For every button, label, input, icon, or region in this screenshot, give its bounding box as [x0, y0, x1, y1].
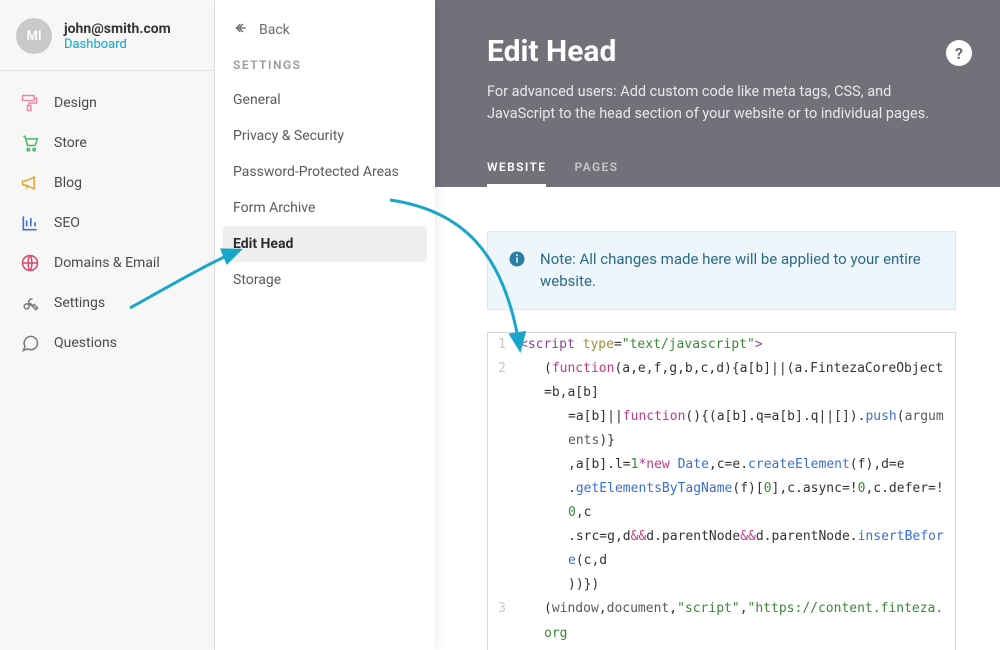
settings-item-general[interactable]: General [223, 82, 427, 118]
main-header: ? Edit Head For advanced users: Add cust… [435, 0, 1000, 187]
divider [0, 70, 214, 71]
settings-item-edit-head[interactable]: Edit Head [223, 226, 427, 262]
tab-pages[interactable]: PAGES [574, 150, 618, 187]
nav-item-settings[interactable]: Settings [8, 283, 206, 323]
user-block: MI john@smith.com Dashboard [0, 0, 214, 70]
tab-website[interactable]: WEBSITE [487, 150, 546, 187]
nav-label: Store [54, 135, 87, 151]
line-number: 3 [488, 597, 514, 650]
settings-sidebar: Back SETTINGS General Privacy & Security… [215, 0, 435, 650]
user-email: john@smith.com [64, 21, 171, 37]
note-text: Note: All changes made here will be appl… [540, 248, 935, 293]
nav-label: SEO [54, 215, 80, 231]
tabs: WEBSITE PAGES [487, 150, 948, 187]
help-button[interactable]: ? [946, 40, 972, 66]
nav-label: Questions [54, 335, 117, 351]
note-box: Note: All changes made here will be appl… [487, 231, 956, 310]
primary-sidebar: MI john@smith.com Dashboard Design Store [0, 0, 215, 650]
back-label: Back [259, 22, 290, 38]
wrench-icon [20, 293, 40, 313]
cart-icon [20, 133, 40, 153]
settings-heading: SETTINGS [223, 58, 427, 82]
settings-item-storage[interactable]: Storage [223, 262, 427, 298]
avatar: MI [16, 18, 52, 54]
code-editor[interactable]: 1 <script type="text/javascript"> 2 (fun… [487, 332, 956, 650]
nav-item-domains[interactable]: Domains & Email [8, 243, 206, 283]
nav-label: Design [54, 95, 97, 111]
globe-icon [20, 253, 40, 273]
arrow-left-icon [233, 20, 249, 40]
settings-item-privacy[interactable]: Privacy & Security [223, 118, 427, 154]
nav-item-design[interactable]: Design [8, 83, 206, 123]
dashboard-link[interactable]: Dashboard [64, 37, 171, 52]
chat-icon [20, 333, 40, 353]
settings-list: General Privacy & Security Password-Prot… [223, 82, 427, 298]
primary-nav: Design Store Blog SEO [0, 79, 214, 367]
settings-item-password[interactable]: Password-Protected Areas [223, 154, 427, 190]
code-line-3: (window,document,"script","https://conte… [514, 597, 955, 650]
line-number: 1 [488, 333, 514, 357]
nav-item-store[interactable]: Store [8, 123, 206, 163]
user-info: john@smith.com Dashboard [64, 21, 171, 52]
nav-label: Settings [54, 295, 105, 311]
nav-item-blog[interactable]: Blog [8, 163, 206, 203]
nav-item-questions[interactable]: Questions [8, 323, 206, 363]
line-number: 2 [488, 357, 514, 597]
main-content: ? Edit Head For advanced users: Add cust… [435, 0, 1000, 650]
nav-item-seo[interactable]: SEO [8, 203, 206, 243]
back-button[interactable]: Back [223, 16, 427, 58]
page-title: Edit Head [487, 34, 948, 69]
megaphone-icon [20, 173, 40, 193]
page-description: For advanced users: Add custom code like… [487, 81, 948, 126]
nav-label: Blog [54, 175, 82, 191]
info-icon [508, 250, 526, 272]
nav-label: Domains & Email [54, 255, 160, 271]
chart-icon [20, 213, 40, 233]
paint-roller-icon [20, 93, 40, 113]
code-line-1: <script type="text/javascript"> [514, 333, 955, 357]
code-line-2: (function(a,e,f,g,b,c,d){a[b]||(a.Fintez… [514, 357, 955, 597]
main-body: Note: All changes made here will be appl… [435, 187, 1000, 650]
settings-item-form-archive[interactable]: Form Archive [223, 190, 427, 226]
